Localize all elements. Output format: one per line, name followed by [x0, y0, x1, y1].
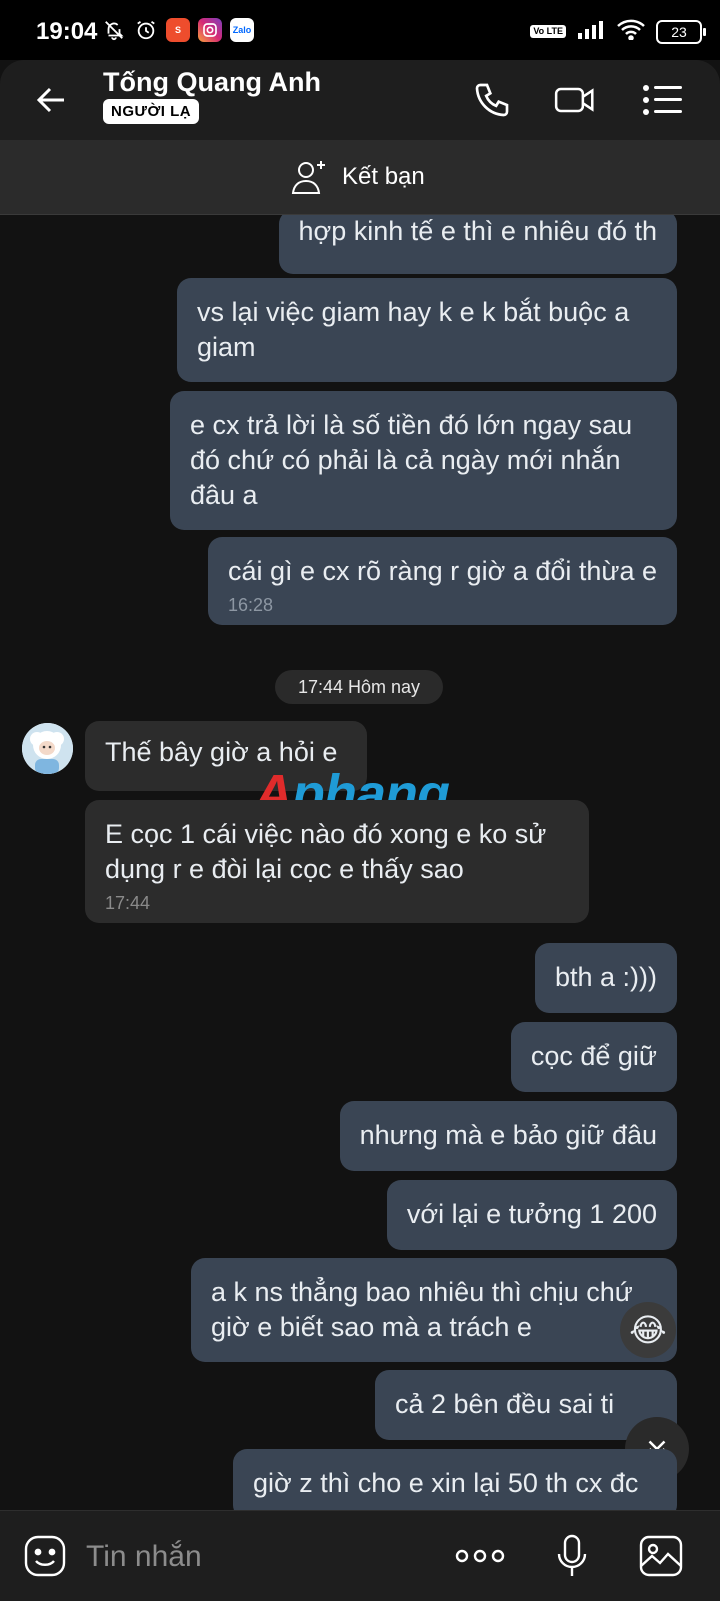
- image-gallery-icon: [639, 1535, 683, 1577]
- message-bubble-outgoing[interactable]: e cx trả lời là số tiền đó lớn ngay sau …: [170, 391, 677, 530]
- message-bubble-outgoing[interactable]: cọc để giữ: [510, 1022, 677, 1092]
- alarm-icon: [134, 18, 158, 42]
- shopee-icon: S: [166, 18, 190, 42]
- add-user-icon: [291, 161, 325, 194]
- call-button[interactable]: [470, 78, 514, 122]
- message-bubble-incoming[interactable]: E cọc 1 cái việc nào đó xong e ko sử dụn…: [85, 800, 589, 923]
- day-separator: 17:44 Hôm nay: [275, 670, 443, 704]
- message-text: a k ns thẳng bao nhiêu thì chịu chứ giờ …: [211, 1277, 633, 1342]
- message-input[interactable]: [84, 1533, 428, 1581]
- bell-off-icon: [102, 18, 126, 42]
- message-bubble-outgoing[interactable]: bth a :))): [534, 943, 677, 1013]
- signal-icon: [576, 19, 606, 44]
- menu-button[interactable]: [640, 78, 684, 122]
- chat-header: Tống Quang Anh NGƯỜI LẠ: [0, 60, 720, 140]
- contact-avatar[interactable]: [22, 723, 73, 774]
- video-icon: [554, 87, 594, 113]
- instagram-icon: [198, 18, 222, 42]
- sticker-smile-icon: [24, 1535, 66, 1577]
- message-text: vs lại việc giam hay k e k bắt buộc a gi…: [197, 297, 630, 362]
- microphone-icon: [557, 1534, 587, 1576]
- message-bubble-outgoing[interactable]: giờ z thì cho e xin lại 50 th cx đc: [233, 1449, 677, 1510]
- composer-bar: [0, 1510, 720, 1601]
- more-options-button[interactable]: [455, 1531, 505, 1581]
- message-bubble-outgoing[interactable]: nhưng mà e bảo giữ đâu: [339, 1101, 677, 1171]
- add-friend-bar: Kết bạn: [0, 140, 720, 215]
- volte-badge: Vo LTE: [530, 25, 566, 38]
- zalo-icon: Zalo: [230, 18, 254, 42]
- battery-indicator: 23: [656, 19, 706, 44]
- status-bar: 19:04 S Zalo Vo LTE 23: [0, 0, 720, 60]
- message-bubble-outgoing[interactable]: cái gì e cx rõ ràng r giờ a đổi thừa e 1…: [208, 537, 677, 625]
- contact-name[interactable]: Tống Quang Anh: [103, 67, 321, 98]
- status-time: 19:04: [36, 18, 98, 45]
- message-text: e cx trả lời là số tiền đó lớn ngay sau …: [190, 410, 633, 510]
- video-call-button[interactable]: [553, 78, 597, 122]
- add-friend-label: Kết bạn: [342, 163, 425, 190]
- phone-icon: [475, 83, 509, 117]
- status-left-icons: S Zalo: [102, 18, 254, 42]
- sticker-button[interactable]: [20, 1531, 70, 1581]
- add-friend-button[interactable]: Kết bạn: [290, 154, 425, 200]
- message-text: cái gì e cx rõ ràng r giờ a đổi thừa e: [228, 556, 657, 586]
- message-list[interactable]: hợp kinh tế e thì e nhiêu đó th vs lại v…: [0, 215, 720, 1510]
- laugh-reaction-icon[interactable]: 😂: [620, 1302, 676, 1358]
- stranger-badge: NGƯỜI LẠ: [103, 99, 200, 124]
- message-text: bth a :))): [554, 962, 657, 992]
- status-right-icons: Vo LTE 23: [530, 18, 706, 45]
- message-text: E cọc 1 cái việc nào đó xong e ko sử dụn…: [105, 819, 547, 884]
- more-dots-icon: [455, 1549, 505, 1563]
- back-button[interactable]: [30, 78, 74, 122]
- message-text: với lại e tưởng 1 200: [406, 1199, 657, 1229]
- image-picker-button[interactable]: [636, 1531, 686, 1581]
- message-bubble-outgoing[interactable]: a k ns thẳng bao nhiêu thì chịu chứ giờ …: [191, 1258, 677, 1362]
- message-text: nhưng mà e bảo giữ đâu: [359, 1120, 657, 1150]
- voice-record-button[interactable]: [547, 1531, 597, 1581]
- message-bubble-outgoing[interactable]: với lại e tưởng 1 200: [386, 1180, 677, 1250]
- list-menu-icon: [643, 85, 682, 115]
- message-text: hợp kinh tế e thì e nhiêu đó th: [298, 216, 657, 246]
- message-bubble-outgoing[interactable]: vs lại việc giam hay k e k bắt buộc a gi…: [177, 278, 677, 382]
- message-text: cọc để giữ: [530, 1041, 657, 1071]
- message-time: 17:44: [105, 893, 151, 913]
- sheep-avatar-icon: [22, 723, 73, 774]
- message-bubble-outgoing[interactable]: hợp kinh tế e thì e nhiêu đó th: [278, 215, 677, 274]
- arrow-left-icon: [36, 87, 64, 113]
- message-text: cả 2 bên đều sai ti: [395, 1389, 615, 1419]
- message-text: giờ z thì cho e xin lại 50 th cx đc: [253, 1468, 639, 1498]
- wifi-icon: [616, 18, 646, 45]
- message-time: 16:28: [228, 595, 274, 615]
